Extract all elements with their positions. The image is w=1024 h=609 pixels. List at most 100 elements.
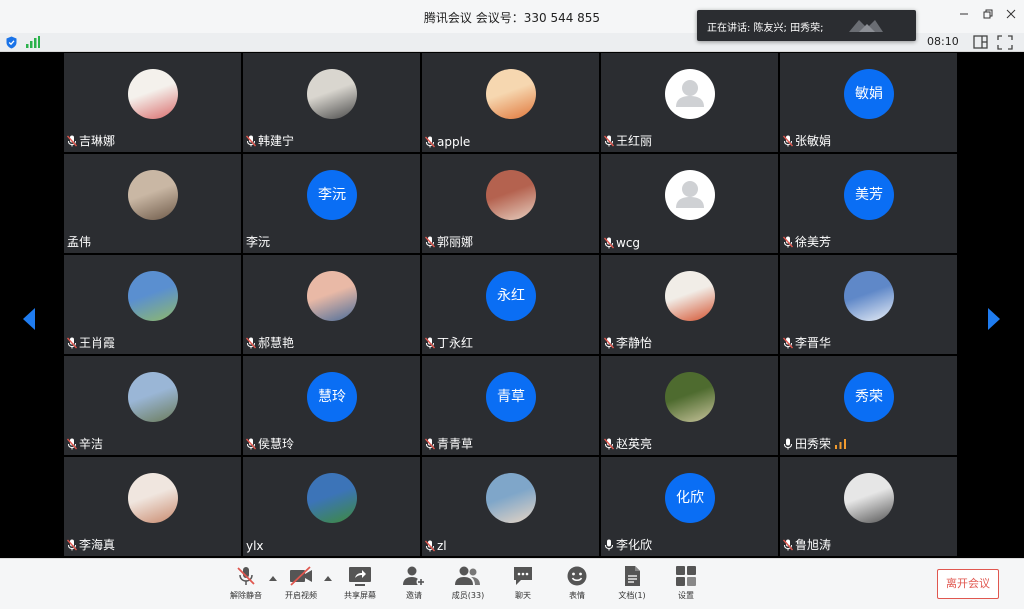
participant-avatar-photo: [486, 170, 536, 220]
participant-tile[interactable]: apple: [422, 53, 599, 152]
close-icon[interactable]: [1000, 6, 1022, 26]
default-avatar-icon: [665, 170, 715, 220]
participant-tile[interactable]: 王肖霞: [64, 255, 241, 354]
participant-name-text: 韩建宁: [258, 134, 295, 148]
participant-name: 王肖霞: [67, 334, 115, 351]
participant-tile[interactable]: 秀荣 田秀荣: [780, 356, 957, 455]
participant-tile[interactable]: 慧玲 侯慧玲: [243, 356, 420, 455]
participant-tile[interactable]: ylx: [243, 457, 420, 556]
mic-muted-icon: [67, 337, 77, 348]
participant-name: 李海真: [67, 536, 115, 553]
video-options-caret-icon[interactable]: [324, 575, 332, 581]
mic-muted-icon: [425, 136, 435, 148]
participant-tile[interactable]: 王红丽: [601, 53, 778, 152]
participant-tile[interactable]: 郭丽娜: [422, 154, 599, 253]
shield-icon[interactable]: [6, 36, 17, 49]
participant-tile[interactable]: 孟伟: [64, 154, 241, 253]
participant-name-text: 李晋华: [795, 336, 832, 350]
participant-tile[interactable]: 化欣 李化欣: [601, 457, 778, 556]
signal-icon[interactable]: [26, 36, 40, 48]
participant-name-text: apple: [437, 135, 471, 149]
participant-tile[interactable]: 永红 丁永红: [422, 255, 599, 354]
participant-name-text: 赵英亮: [616, 437, 653, 451]
participant-name: 吉琳娜: [67, 132, 115, 149]
participant-tile[interactable]: 辛洁: [64, 356, 241, 455]
participant-tile[interactable]: zl: [422, 457, 599, 556]
mic-muted-icon: [67, 135, 77, 146]
participant-name: 李沅: [246, 233, 270, 250]
participant-tile[interactable]: 李静怡: [601, 255, 778, 354]
mic-muted-icon: [425, 540, 435, 552]
invite-button[interactable]: 邀请: [391, 565, 437, 605]
participant-name: 青青草: [425, 435, 473, 452]
participant-tile[interactable]: 敏娟 张敏娟: [780, 53, 957, 152]
docs-button[interactable]: 文档(1): [609, 565, 655, 605]
participant-name-text: 李海真: [79, 538, 116, 552]
restore-icon[interactable]: [977, 6, 999, 26]
participant-tile[interactable]: 赵英亮: [601, 356, 778, 455]
fullscreen-icon[interactable]: [997, 35, 1013, 50]
participant-name: 张敏娟: [783, 132, 831, 149]
mic-muted-icon: [783, 236, 793, 247]
participant-avatar-initials: 青草: [486, 372, 536, 422]
mic-muted-icon: [604, 337, 614, 348]
participant-tile[interactable]: 吉琳娜: [64, 53, 241, 152]
document-icon: [625, 566, 640, 586]
participant-name-text: 王肖霞: [79, 336, 116, 350]
start-video-button[interactable]: 开启视频: [278, 565, 324, 605]
leave-meeting-button[interactable]: 离开会议: [937, 569, 999, 599]
participant-tile[interactable]: 美芳 徐美芳: [780, 154, 957, 253]
share-screen-button[interactable]: 共享屏幕: [337, 565, 383, 605]
participant-name-text: 辛洁: [79, 437, 104, 451]
speaking-volume-icon: [835, 438, 847, 449]
participant-name: 郭丽娜: [425, 233, 473, 250]
prev-page-arrow-icon[interactable]: [21, 307, 37, 331]
participant-name: 侯慧玲: [246, 435, 294, 452]
layout-icon[interactable]: [973, 35, 989, 50]
speaking-toast: 正在讲话: 陈友兴; 田秀荣;: [697, 10, 916, 41]
participant-tile[interactable]: 李海真: [64, 457, 241, 556]
unmute-button[interactable]: 解除静音: [223, 565, 269, 605]
participant-avatar-initials: 李沅: [307, 170, 357, 220]
mic-muted-icon: [246, 135, 256, 146]
participant-name-text: 田秀荣: [795, 437, 832, 451]
members-button[interactable]: 成员(33): [445, 565, 491, 605]
next-page-arrow-icon[interactable]: [986, 307, 1002, 331]
members-icon: [455, 566, 480, 585]
participant-name-text: 孟伟: [67, 235, 92, 249]
mic-muted-icon: [783, 337, 793, 348]
minimize-icon[interactable]: [953, 6, 975, 26]
mic-muted-icon: [425, 438, 435, 449]
participant-avatar-photo: [844, 271, 894, 321]
participant-name: ylx: [246, 539, 264, 553]
participant-tile[interactable]: 李晋华: [780, 255, 957, 354]
mic-muted-icon: [604, 438, 614, 449]
reactions-button[interactable]: 表情: [554, 565, 600, 605]
participant-avatar-photo: [486, 69, 536, 119]
camera-off-icon: [290, 566, 312, 586]
participant-name-text: 郭丽娜: [437, 235, 474, 249]
participant-name: apple: [425, 135, 470, 149]
participant-name: 王红丽: [604, 132, 652, 149]
mic-icon: [784, 438, 792, 449]
smiley-icon: [567, 566, 587, 586]
chat-button[interactable]: 聊天: [500, 565, 546, 605]
mic-muted-icon: [783, 135, 793, 146]
participant-name-text: 丁永红: [437, 336, 474, 350]
participant-avatar-photo: [128, 372, 178, 422]
participant-name: wcg: [604, 236, 640, 250]
settings-button[interactable]: 设置: [663, 565, 709, 605]
participant-avatar-photo: [128, 170, 178, 220]
participant-tile[interactable]: wcg: [601, 154, 778, 253]
participant-name-text: 青青草: [437, 437, 474, 451]
participant-name: zl: [425, 539, 447, 553]
audio-options-caret-icon[interactable]: [269, 575, 277, 581]
participant-tile[interactable]: 郝慧艳: [243, 255, 420, 354]
participant-avatar-initials: 敏娟: [844, 69, 894, 119]
participant-tile[interactable]: 李沅 李沅: [243, 154, 420, 253]
participant-tile[interactable]: 青草青青草: [422, 356, 599, 455]
participant-tile[interactable]: 鲁旭涛: [780, 457, 957, 556]
add-person-icon: [403, 566, 426, 587]
participant-tile[interactable]: 韩建宁: [243, 53, 420, 152]
chat-label: 聊天: [515, 591, 531, 600]
